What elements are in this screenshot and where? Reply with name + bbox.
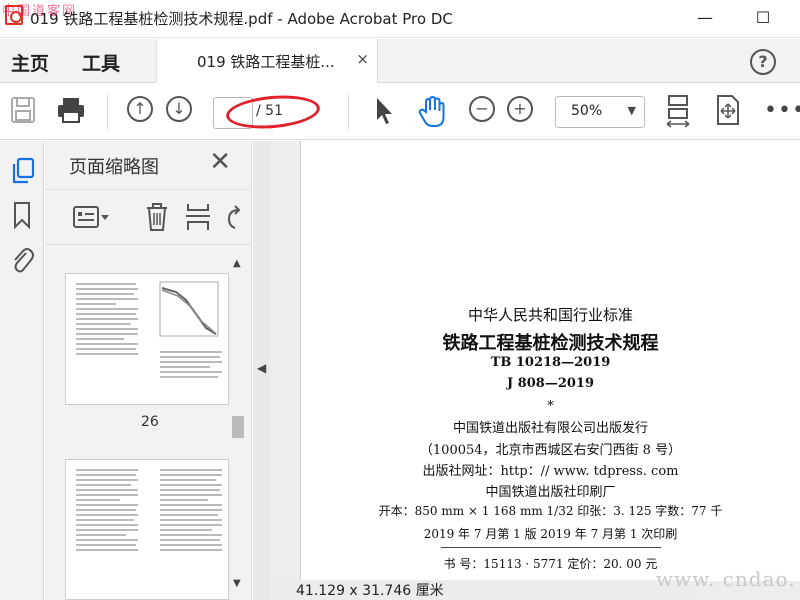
bookmark-icon[interactable] (12, 201, 32, 229)
next-page-icon[interactable]: ↓ (166, 96, 192, 122)
toolbar: ↑ ↓ / 51 − + 50% ▼ ••• (0, 84, 800, 140)
delete-icon[interactable] (145, 202, 169, 232)
doc-website: 出版社网址：http：// www. tdpress. com (422, 464, 679, 479)
page-thumbnail[interactable] (65, 459, 229, 600)
previous-page-icon[interactable]: ↑ (127, 96, 153, 122)
doc-code-j: J 808—2019 (507, 376, 594, 391)
tab-home[interactable]: 主页 (11, 49, 49, 76)
page-number-input[interactable] (213, 97, 253, 129)
thumbnails-panel: 页面缩略图 ✕ 26 (45, 141, 252, 600)
page-dimensions-status: 41.129 x 31.746 厘米 (270, 580, 690, 600)
doc-publisher: 中国铁道出版社有限公司出版发行 (452, 421, 648, 436)
page-total: / 51 (256, 103, 283, 119)
insert-page-icon[interactable] (185, 202, 211, 232)
panel-toolbar (45, 189, 252, 245)
fit-page-icon[interactable] (714, 94, 742, 126)
window-title: 019 铁路工程基桩检测技术规程.pdf - Adobe Acrobat Pro… (30, 10, 453, 28)
doc-divider (441, 547, 661, 548)
zoom-in-icon[interactable]: + (507, 96, 533, 122)
rotate-page-icon[interactable] (225, 202, 245, 232)
collapse-left-icon[interactable]: ◀ (257, 361, 266, 375)
chevron-down-icon: ▼ (627, 104, 636, 117)
tab-document-label: 019 铁路工程基桩... (197, 53, 335, 71)
page-thumbnails-icon[interactable] (10, 157, 36, 185)
maximize-button[interactable]: ☐ (748, 6, 778, 30)
zoom-value: 50% (571, 103, 603, 119)
zoom-select[interactable]: 50% ▼ (555, 96, 645, 128)
thumbnail-page-number: 26 (141, 414, 159, 430)
watermark-bottom: www. cndao. com (656, 567, 796, 600)
doc-printer: 中国铁道出版社印刷厂 (485, 485, 616, 500)
print-icon[interactable] (56, 96, 86, 124)
toolbar-separator (107, 94, 108, 130)
navigation-rail (0, 141, 44, 600)
save-icon[interactable] (10, 96, 36, 124)
zoom-out-icon[interactable]: − (469, 96, 495, 122)
doc-format: 开本：850 mm × 1 168 mm 1/32 印张：3. 125 字数：7… (378, 504, 723, 518)
doc-separator-star: * (547, 399, 554, 414)
scroll-down-icon[interactable]: ▼ (233, 578, 241, 589)
minimize-button[interactable]: — (690, 6, 720, 30)
close-panel-icon[interactable]: ✕ (209, 147, 231, 177)
page-thumbnail[interactable] (65, 273, 229, 405)
close-tab-icon[interactable]: × (356, 50, 369, 68)
thumbnail-chart-graphic (159, 281, 219, 337)
doc-code-tb: TB 10218—2019 (490, 355, 611, 370)
panel-title: 页面缩略图 (69, 157, 159, 178)
toolbar-separator (348, 94, 349, 130)
tab-document[interactable]: 019 铁路工程基桩... × (156, 39, 378, 83)
select-cursor-icon[interactable] (374, 96, 394, 126)
help-icon[interactable]: ? (750, 49, 776, 75)
tab-row: 主页 工具 019 铁路工程基桩... × ? (0, 39, 800, 83)
scrolling-mode-icon[interactable] (665, 94, 691, 130)
scroll-up-icon[interactable]: ▲ (233, 258, 241, 269)
doc-standard-type: 中华人民共和国行业标准 (467, 306, 633, 324)
scrollbar-thumb[interactable] (232, 416, 244, 438)
title-bar: 中国道客网 019 铁路工程基桩检测技术规程.pdf - Adobe Acrob… (0, 0, 800, 38)
tab-tools[interactable]: 工具 (82, 49, 120, 76)
panel-collapse-strip[interactable]: ◀ (253, 141, 270, 600)
document-view[interactable]: 中华人民共和国行业标准 铁路工程基桩检测技术规程 TB 10218—2019 J… (270, 141, 800, 600)
attachment-icon[interactable] (10, 245, 34, 275)
options-menu-icon[interactable] (72, 204, 112, 230)
more-options-icon[interactable]: ••• (764, 98, 800, 123)
thumbnail-scrollbar[interactable]: ▲ ▼ (229, 256, 247, 596)
doc-address: （100054，北京市西城区右安门西街 8 号） (419, 443, 682, 458)
hand-tool-icon[interactable] (418, 96, 448, 128)
doc-edition: 2019 年 7 月第 1 版 2019 年 7 月第 1 次印刷 (423, 527, 678, 541)
doc-title: 铁路工程基桩检测技术规程 (442, 333, 659, 354)
document-page: 中华人民共和国行业标准 铁路工程基桩检测技术规程 TB 10218—2019 J… (300, 141, 800, 581)
